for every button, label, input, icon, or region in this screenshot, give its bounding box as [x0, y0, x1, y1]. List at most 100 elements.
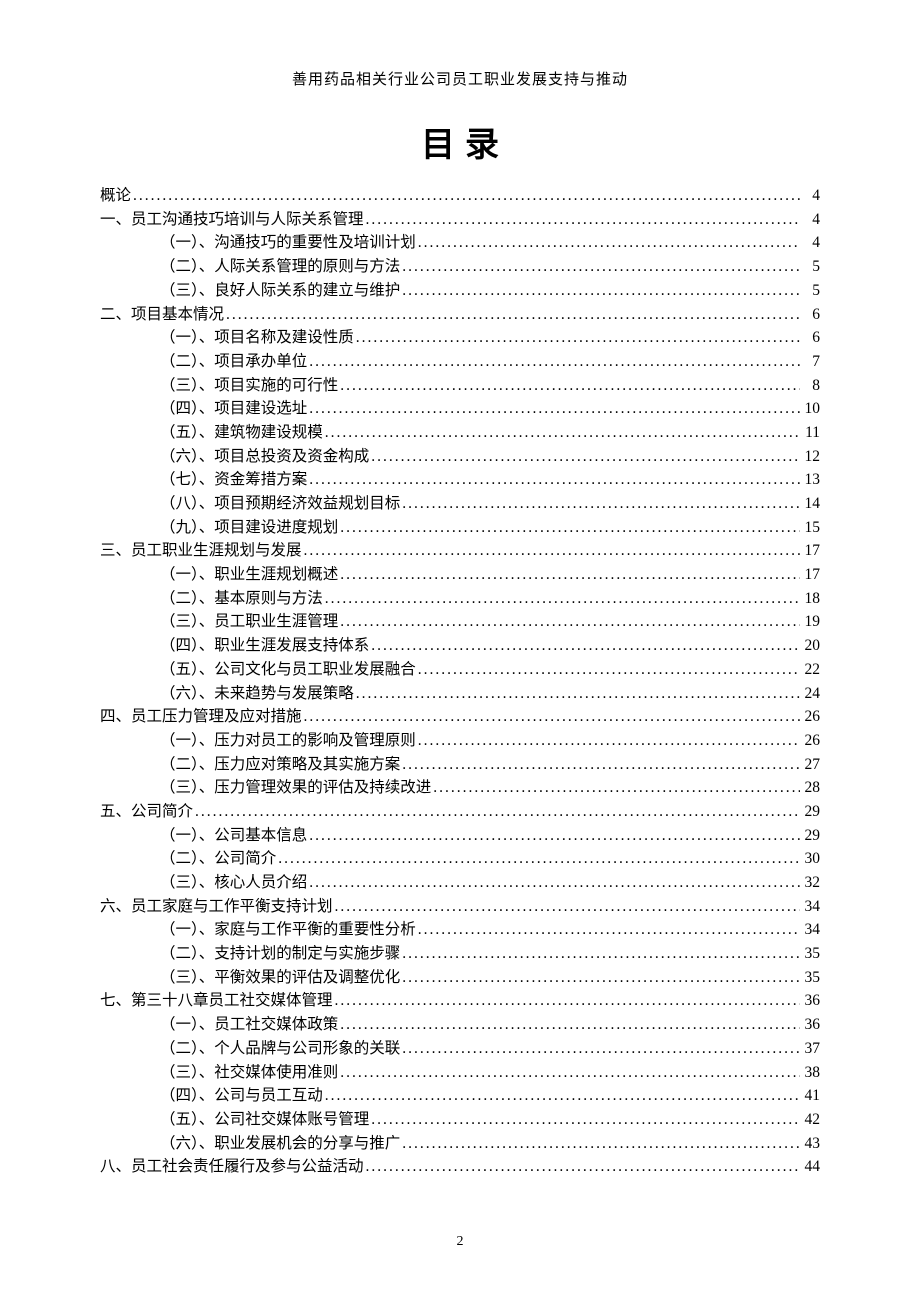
- toc-leader-dots: [302, 543, 800, 559]
- toc-entry-page: 29: [800, 804, 820, 820]
- toc-entry: （二）、压力应对策略及其实施方案27: [100, 753, 820, 777]
- toc-leader-dots: [323, 1088, 800, 1104]
- toc-entry-text: （一）、员工社交媒体政策: [160, 1017, 338, 1033]
- toc-leader-dots: [338, 378, 800, 394]
- toc-entry-text: （二）、压力应对策略及其实施方案: [160, 757, 400, 773]
- toc-entry-text: （三）、平衡效果的评估及调整优化: [160, 970, 400, 986]
- toc-entry-page: 36: [800, 993, 820, 1009]
- toc-entry-text: （三）、员工职业生涯管理: [160, 614, 338, 630]
- toc-entry-text: （一）、沟通技巧的重要性及培训计划: [160, 235, 416, 251]
- toc-leader-dots: [369, 1112, 800, 1128]
- toc-entry-page: 43: [800, 1136, 820, 1152]
- toc-entry: 四、员工压力管理及应对措施 26: [100, 705, 820, 729]
- toc-entry-text: 五、公司简介: [100, 804, 193, 820]
- toc-leader-dots: [323, 425, 800, 441]
- toc-entry-text: （二）、项目承办单位: [160, 354, 307, 370]
- toc-entry-text: （一）、压力对员工的影响及管理原则: [160, 733, 416, 749]
- toc-entry: （六）、未来趋势与发展策略24: [100, 681, 820, 705]
- toc-entry: （六）、职业发展机会的分享与推广 43: [100, 1132, 820, 1156]
- toc-entry-text: 一、员工沟通技巧培训与人际关系管理: [100, 212, 364, 228]
- toc-entry-page: 17: [800, 567, 820, 583]
- toc-leader-dots: [307, 472, 800, 488]
- toc-entry-text: （四）、职业生涯发展支持体系: [160, 638, 369, 654]
- toc-entry: （五）、建筑物建设规模11: [100, 421, 820, 445]
- toc-leader-dots: [131, 188, 800, 204]
- toc-entry: （七）、资金筹措方案13: [100, 468, 820, 492]
- toc-entry: 一、员工沟通技巧培训与人际关系管理4: [100, 208, 820, 232]
- toc-entry: （三）、项目实施的可行性8: [100, 374, 820, 398]
- toc-entry-page: 36: [800, 1017, 820, 1033]
- toc-entry-text: （二）、个人品牌与公司形象的关联: [160, 1041, 400, 1057]
- toc-entry: （六）、项目总投资及资金构成12: [100, 445, 820, 469]
- toc-leader-dots: [416, 733, 800, 749]
- toc-entry-text: （五）、公司文化与员工职业发展融合: [160, 662, 416, 678]
- toc-entry: （四）、公司与员工互动 41: [100, 1084, 820, 1108]
- toc-leader-dots: [338, 614, 800, 630]
- toc-entry-page: 29: [800, 828, 820, 844]
- toc-entry: （三）、员工职业生涯管理19: [100, 610, 820, 634]
- toc-entry-text: 八、员工社会责任履行及参与公益活动: [100, 1159, 364, 1175]
- toc-entry: （二）、公司简介30: [100, 847, 820, 871]
- toc-entry-page: 5: [800, 259, 820, 275]
- toc-entry-text: （六）、职业发展机会的分享与推广: [160, 1136, 400, 1152]
- toc-leader-dots: [400, 970, 800, 986]
- toc-entry: （四）、职业生涯发展支持体系 20: [100, 634, 820, 658]
- toc-entry: （九）、项目建设进度规划15: [100, 516, 820, 540]
- toc-leader-dots: [302, 709, 800, 725]
- toc-entry-text: 四、员工压力管理及应对措施: [100, 709, 302, 725]
- toc-entry: （一）、员工社交媒体政策 36: [100, 1013, 820, 1037]
- toc-leader-dots: [400, 283, 800, 299]
- toc-entry-page: 26: [800, 709, 820, 725]
- toc-leader-dots: [416, 922, 800, 938]
- toc-entry-page: 38: [800, 1065, 820, 1081]
- toc-entry-text: （三）、项目实施的可行性: [160, 378, 338, 394]
- toc-entry-text: （五）、公司社交媒体账号管理: [160, 1112, 369, 1128]
- toc-leader-dots: [400, 1136, 800, 1152]
- toc-entry-text: 七、第三十八章员工社交媒体管理: [100, 993, 333, 1009]
- toc-entry-text: （一）、家庭与工作平衡的重要性分析: [160, 922, 416, 938]
- toc-leader-dots: [307, 828, 800, 844]
- toc-entry: 六、员工家庭与工作平衡支持计划34: [100, 895, 820, 919]
- toc-entry-page: 15: [800, 520, 820, 536]
- toc-entry-page: 30: [800, 851, 820, 867]
- toc-entry-text: （一）、公司基本信息: [160, 828, 307, 844]
- toc-entry: （三）、核心人员介绍 32: [100, 871, 820, 895]
- toc-entry-text: （四）、公司与员工互动: [160, 1088, 323, 1104]
- toc-leader-dots: [323, 591, 800, 607]
- toc-entry-page: 6: [800, 307, 820, 323]
- toc-entry-page: 7: [800, 354, 820, 370]
- toc-entry-text: （三）、良好人际关系的建立与维护: [160, 283, 400, 299]
- toc-entry-text: （六）、项目总投资及资金构成: [160, 449, 369, 465]
- toc-entry: （四）、项目建设选址10: [100, 397, 820, 421]
- toc-entry-page: 5: [800, 283, 820, 299]
- toc-leader-dots: [224, 307, 800, 323]
- toc-entry-text: 二、项目基本情况: [100, 307, 224, 323]
- toc-leader-dots: [400, 496, 800, 512]
- toc-entry-page: 14: [800, 496, 820, 512]
- toc-leader-dots: [400, 259, 800, 275]
- toc-entry: （五）、公司社交媒体账号管理 42: [100, 1108, 820, 1132]
- toc-entry-page: 41: [800, 1088, 820, 1104]
- toc-entry-page: 42: [800, 1112, 820, 1128]
- toc-entry: （一）、项目名称及建设性质6: [100, 326, 820, 350]
- toc-entry: （二）、个人品牌与公司形象的关联37: [100, 1037, 820, 1061]
- toc-title: 目录: [100, 117, 820, 166]
- toc-entry: （五）、公司文化与员工职业发展融合22: [100, 658, 820, 682]
- page-number: 2: [0, 1234, 920, 1250]
- toc-entry-page: 35: [800, 946, 820, 962]
- toc-leader-dots: [400, 946, 800, 962]
- toc-leader-dots: [400, 757, 800, 773]
- toc-leader-dots: [364, 1159, 800, 1175]
- toc-entry-page: 24: [800, 686, 820, 702]
- toc-entry-page: 20: [800, 638, 820, 654]
- toc-entry-text: （三）、核心人员介绍: [160, 875, 307, 891]
- toc-entry-page: 17: [800, 543, 820, 559]
- toc-entry: （三）、社交媒体使用准则38: [100, 1060, 820, 1084]
- toc-leader-dots: [369, 638, 800, 654]
- toc-entry-text: （四）、项目建设选址: [160, 401, 307, 417]
- toc-leader-dots: [333, 899, 800, 915]
- toc-entry: （二）、项目承办单位 7: [100, 350, 820, 374]
- toc-entry-page: 32: [800, 875, 820, 891]
- toc-entry-page: 18: [800, 591, 820, 607]
- toc-entry: 概论4: [100, 184, 820, 208]
